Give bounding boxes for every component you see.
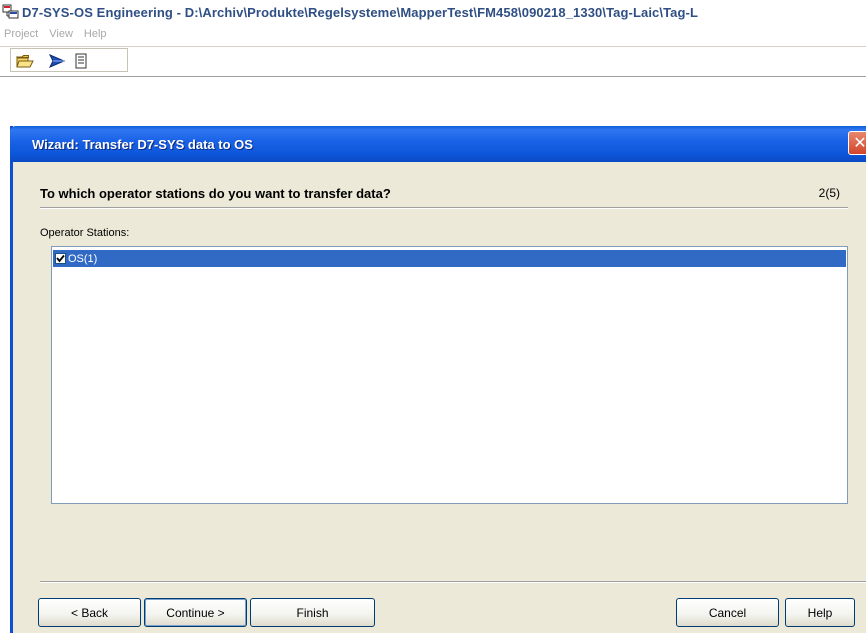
transfer-arrow-icon[interactable]	[46, 50, 68, 72]
open-folder-icon[interactable]	[14, 50, 36, 72]
help-button[interactable]: Help	[785, 598, 855, 627]
menu-help[interactable]: Help	[82, 28, 107, 40]
station-label: OS(1)	[68, 252, 98, 265]
step-indicator: 2(5)	[818, 186, 840, 200]
menu-bar: Project View Help	[0, 24, 866, 44]
divider	[40, 581, 866, 583]
menu-project[interactable]: Project	[2, 28, 38, 40]
menu-view[interactable]: View	[47, 28, 73, 40]
wizard-titlebar: Wizard: Transfer D7-SYS data to OS	[10, 126, 866, 162]
station-checkbox[interactable]	[55, 253, 66, 264]
document-icon[interactable]	[70, 50, 92, 72]
finish-button[interactable]: Finish	[250, 598, 375, 627]
operator-stations-label: Operator Stations:	[40, 227, 130, 239]
close-button[interactable]: ✕	[848, 131, 866, 155]
divider	[40, 207, 848, 209]
app-title: D7-SYS-OS Engineering - D:\Archiv\Produk…	[22, 4, 698, 20]
back-button[interactable]: < Back	[38, 598, 141, 627]
list-item[interactable]: OS(1)	[53, 250, 846, 267]
cancel-button[interactable]: Cancel	[676, 598, 779, 627]
operator-stations-list[interactable]: OS(1)	[51, 246, 848, 504]
app-window-icon	[2, 3, 20, 21]
app-titlebar: D7-SYS-OS Engineering - D:\Archiv\Produk…	[0, 0, 866, 24]
continue-button[interactable]: Continue >	[144, 598, 247, 627]
close-icon: ✕	[853, 135, 866, 152]
toolbar-buttons	[14, 50, 94, 72]
wizard-question: To which operator stations do you want t…	[40, 186, 391, 201]
wizard-title: Wizard: Transfer D7-SYS data to OS	[32, 136, 253, 152]
